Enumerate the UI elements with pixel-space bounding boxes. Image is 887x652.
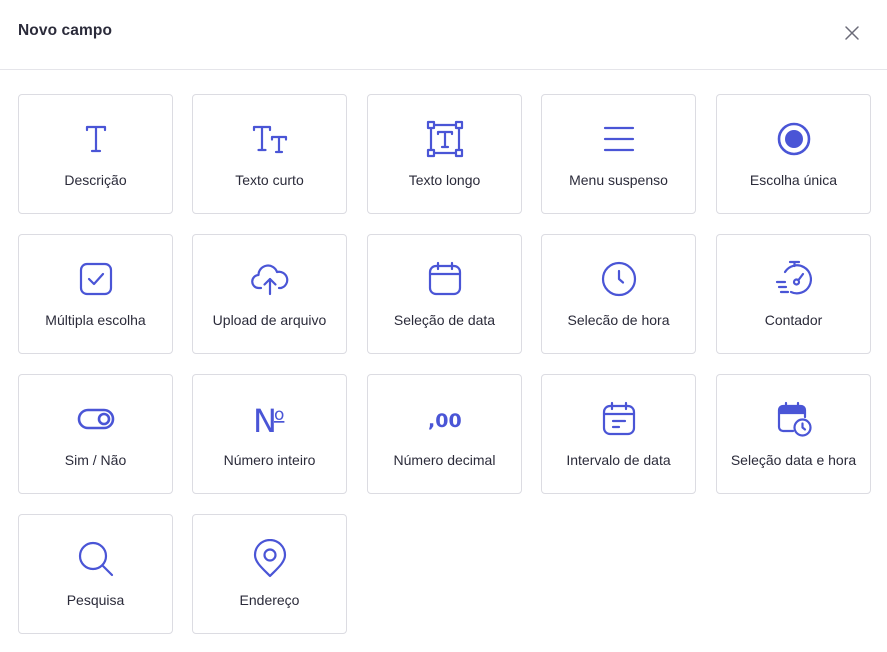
field-type-numero-inteiro[interactable]: N o Número inteiro	[192, 374, 347, 494]
cloud-upload-icon	[250, 259, 290, 299]
field-type-label: Texto curto	[235, 172, 304, 188]
field-type-label: Endereço	[239, 592, 300, 608]
field-type-upload[interactable]: Upload de arquivo	[192, 234, 347, 354]
close-icon	[845, 26, 859, 40]
field-type-data-hora[interactable]: Seleção data e hora	[716, 374, 871, 494]
dialog-title: Novo campo	[18, 22, 113, 39]
field-type-label: Upload de arquivo	[212, 312, 327, 328]
field-type-label: Sim / Não	[64, 452, 127, 468]
field-type-multipla-escolha[interactable]: Múltipla escolha	[18, 234, 173, 354]
radio-icon	[774, 119, 814, 159]
menu-lines-icon	[599, 119, 639, 159]
checkbox-icon	[76, 259, 116, 299]
clock-icon	[599, 259, 639, 299]
calendar-icon	[425, 259, 465, 299]
field-type-contador[interactable]: Contador	[716, 234, 871, 354]
field-type-grid: Descrição Texto curto Texto longo Menu s…	[18, 94, 871, 634]
dialog-header: Novo campo	[0, 0, 887, 70]
field-type-endereco[interactable]: Endereço	[192, 514, 347, 634]
calendar-clock-icon	[774, 399, 814, 439]
field-type-label: Contador	[764, 312, 823, 328]
svg-text:,00: ,00	[428, 410, 462, 432]
field-type-selecao-data[interactable]: Seleção de data	[367, 234, 522, 354]
field-type-escolha-unica[interactable]: Escolha única	[716, 94, 871, 214]
search-icon	[76, 539, 116, 579]
text-icon	[76, 119, 116, 159]
field-type-pesquisa[interactable]: Pesquisa	[18, 514, 173, 634]
field-type-numero-decimal[interactable]: ,00 Número decimal	[367, 374, 522, 494]
text-box-icon	[425, 119, 465, 159]
calendar-range-icon	[599, 399, 639, 439]
field-type-label: Seleção data e hora	[730, 452, 857, 468]
field-type-texto-longo[interactable]: Texto longo	[367, 94, 522, 214]
new-field-dialog: Novo campo Descrição Texto curto Texto l…	[0, 0, 887, 652]
field-type-sim-nao[interactable]: Sim / Não	[18, 374, 173, 494]
field-type-menu-suspenso[interactable]: Menu suspenso	[541, 94, 696, 214]
text-size-icon	[250, 119, 290, 159]
field-type-intervalo-data[interactable]: Intervalo de data	[541, 374, 696, 494]
svg-text:o: o	[274, 405, 284, 425]
close-button[interactable]	[838, 19, 866, 47]
field-type-label: Intervalo de data	[566, 452, 671, 468]
stopwatch-icon	[774, 259, 814, 299]
field-type-label: Número decimal	[393, 452, 496, 468]
numero-sign-icon: N o	[250, 399, 290, 439]
field-type-selecao-hora[interactable]: Selecão de hora	[541, 234, 696, 354]
field-type-label: Número inteiro	[223, 452, 316, 468]
field-type-label: Escolha única	[749, 172, 838, 188]
field-type-label: Pesquisa	[66, 592, 125, 608]
toggle-icon	[76, 399, 116, 439]
location-pin-icon	[250, 539, 290, 579]
field-type-label: Selecão de hora	[567, 312, 670, 328]
decimal-icon: ,00	[425, 399, 465, 439]
field-type-label: Menu suspenso	[569, 172, 668, 188]
field-type-label: Seleção de data	[393, 312, 496, 328]
field-type-label: Múltipla escolha	[45, 312, 146, 328]
field-type-texto-curto[interactable]: Texto curto	[192, 94, 347, 214]
field-type-descricao[interactable]: Descrição	[18, 94, 173, 214]
field-type-label: Descrição	[64, 172, 127, 188]
field-type-label: Texto longo	[408, 172, 481, 188]
